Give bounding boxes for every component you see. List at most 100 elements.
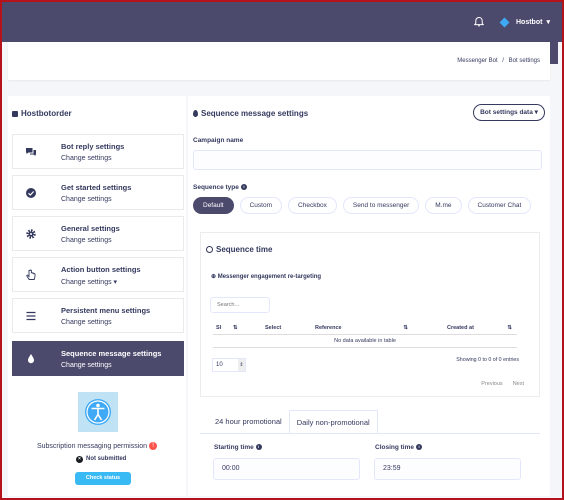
app-frame: Hostbot ▾ Messenger Bot / Bot settings H… (0, 0, 564, 500)
sort-icon: ⇅ (403, 325, 408, 331)
bell-icon[interactable] (473, 16, 485, 28)
info-icon: i (240, 184, 247, 191)
info-icon: i (255, 444, 262, 451)
pill-custom[interactable]: Custom (239, 197, 283, 214)
user-menu[interactable]: Hostbot ▾ (499, 17, 550, 27)
sidebar-item-title: Sequence message settings (61, 349, 162, 358)
bot-settings-sidebar: Hostbotorder Bot reply settings Change s… (8, 96, 186, 496)
user-avatar-icon (499, 17, 510, 27)
sidebar-item-subtitle: Change settings (61, 196, 112, 203)
sequence-type-label-text: Sequence type (193, 184, 239, 191)
tab-divider (200, 433, 540, 434)
user-name: Hostbot (516, 18, 543, 26)
chevron-down-icon: ▾ (546, 19, 550, 26)
sequence-settings-card: Sequence message settings Bot settings d… (188, 96, 550, 496)
gear-icon (26, 229, 36, 239)
select-arrows-icon: ⇕ (238, 359, 245, 371)
pill-default[interactable]: Default (193, 197, 234, 214)
starting-time-input[interactable]: 00:00 (213, 458, 360, 480)
page-icon (12, 110, 18, 117)
campaign-name-input[interactable] (193, 150, 542, 170)
target-icon: ⊕ (211, 274, 218, 280)
menu-lines-icon (26, 311, 36, 321)
sequence-type-pills: Default Custom Checkbox Send to messenge… (193, 197, 532, 214)
tab-daily-non-promotional[interactable]: Daily non-promotional (288, 410, 378, 433)
alert-icon: ! (149, 442, 158, 450)
engagement-subtitle-text: Messenger engagement re-targeting (217, 274, 322, 280)
card-title-text: Sequence message settings (201, 109, 309, 118)
promotion-tabs: 24 hour promotional Daily non-promotiona… (208, 410, 378, 433)
sort-icon: ⇅ (233, 325, 238, 331)
bot-settings-data-dropdown[interactable]: Bot settings data ▾ (473, 104, 545, 121)
sidebar-item-get-started[interactable]: Get started settings Change settings (12, 175, 184, 210)
campaign-name-label: Campaign name (193, 137, 244, 144)
accessibility-illustration (78, 392, 118, 432)
droplet-icon (28, 354, 34, 364)
sidebar-item-general[interactable]: General settings Change settings (12, 216, 184, 251)
page-length-value: 10 (216, 362, 223, 368)
sidebar-title-text: Hostbotorder (21, 109, 72, 118)
pill-mme[interactable]: M.me (425, 197, 462, 214)
sidebar-item-title: General settings (61, 224, 120, 233)
page-scrollbar[interactable] (550, 42, 558, 64)
sidebar-item-sequence-message[interactable]: Sequence message settings Change setting… (12, 341, 184, 376)
closing-time-input[interactable]: 23:59 (374, 458, 521, 480)
permission-status: Not submitted (86, 456, 127, 462)
permission-label-row: Subscription messaging permission! (8, 442, 186, 450)
previous-button[interactable]: Previous (478, 379, 505, 389)
sidebar-item-subtitle: Change settings ▾ (61, 279, 118, 286)
closing-time-label: Closing time i (375, 444, 423, 451)
sidebar-item-bot-reply[interactable]: Bot reply settings Change settings (12, 134, 184, 169)
sequence-type-label: Sequence type i (193, 184, 247, 191)
table-search-input[interactable] (210, 297, 270, 313)
engagement-subtitle: ⊕ Messenger engagement re-targeting (211, 273, 321, 280)
sidebar-item-subtitle: Change settings (61, 362, 112, 369)
permission-status-badge: × Not submitted (71, 453, 132, 465)
accessibility-icon (85, 399, 111, 425)
pill-customer-chat[interactable]: Customer Chat (467, 197, 532, 214)
pointer-hand-icon (26, 269, 36, 280)
chat-bubbles-icon (26, 148, 36, 156)
sequence-time-card: Sequence time ⊕ Messenger engagement re-… (200, 232, 540, 397)
card-title: Sequence message settings (193, 109, 308, 118)
sequence-time-title-text: Sequence time (216, 245, 273, 254)
sort-icon: ⇅ (507, 325, 512, 331)
breadcrumb-item-bot-settings: Bot settings (508, 58, 540, 64)
sidebar-item-title: Get started settings (61, 183, 132, 192)
sidebar-item-subtitle: Change settings (61, 237, 112, 244)
column-header-reference[interactable]: Reference ⇅ (310, 321, 413, 334)
sidebar-item-subtitle: Change settings (61, 155, 112, 162)
sidebar-item-title: Action button settings (61, 265, 141, 274)
permission-label: Subscription messaging permission (36, 442, 148, 450)
sidebar-item-action-button[interactable]: Action button settings Change settings ▾ (12, 257, 184, 292)
check-status-label: Check status (85, 475, 121, 481)
empty-table-message: No data available in table (213, 335, 517, 348)
starting-time-label: Starting time i (214, 444, 262, 451)
sequence-time-title: Sequence time (206, 245, 272, 254)
page-length-select[interactable]: 10 ⇕ (212, 358, 246, 372)
close-circle-icon: × (76, 455, 83, 463)
breadcrumb-separator: / (502, 58, 504, 64)
column-header-sl[interactable]: Sl ⇅ (213, 321, 253, 334)
pill-checkbox[interactable]: Checkbox (288, 197, 337, 214)
breadcrumb: Messenger Bot / Bot settings (457, 58, 540, 64)
sidebar-item-title: Persistent menu settings (61, 306, 151, 315)
table-header-row: Sl ⇅ Select Reference ⇅ Created at ⇅ (213, 321, 517, 335)
top-navbar: Hostbot ▾ (2, 2, 562, 42)
check-circle-icon (26, 188, 36, 198)
breadcrumb-item-messenger-bot[interactable]: Messenger Bot (457, 58, 497, 64)
droplet-icon (193, 110, 198, 117)
sidebar-item-subtitle: Change settings (61, 319, 112, 326)
pagination: Previous Next (478, 379, 527, 389)
column-header-created-at[interactable]: Created at ⇅ (413, 321, 517, 334)
sidebar-item-persistent-menu[interactable]: Persistent menu settings Change settings (12, 298, 184, 333)
pill-send-to-messenger[interactable]: Send to messenger (342, 197, 420, 214)
next-button[interactable]: Next (510, 379, 527, 389)
sidebar-item-title: Bot reply settings (61, 142, 125, 151)
check-status-button[interactable]: Check status (75, 472, 131, 485)
tab-24-hour-promotional[interactable]: 24 hour promotional (208, 410, 289, 433)
info-icon: i (416, 444, 423, 451)
entries-info: Showing 0 to 0 of 0 entries (456, 357, 519, 363)
sidebar-title: Hostbotorder (12, 109, 72, 118)
column-header-select: Select (265, 325, 282, 331)
